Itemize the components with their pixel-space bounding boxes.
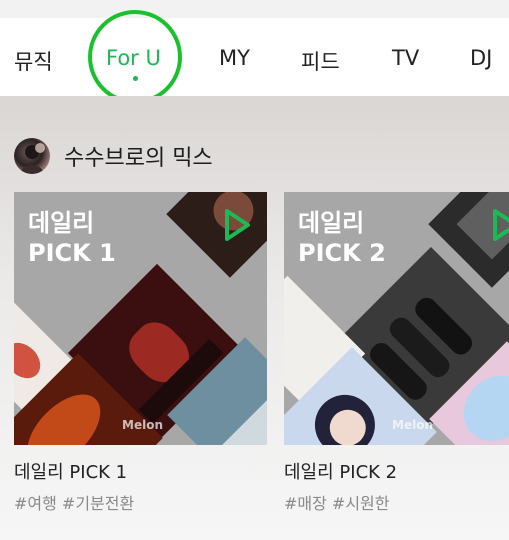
- tab-tv[interactable]: TV: [392, 46, 419, 70]
- tab-feed[interactable]: 피드: [301, 46, 340, 76]
- highlight-ring: [88, 10, 182, 104]
- card-tags: #매장 #시원한: [284, 494, 390, 513]
- brand-watermark: Melon: [392, 418, 433, 432]
- mix-card-1[interactable]: 데일리 PICK 1 Melon: [14, 192, 267, 445]
- mix-card-2[interactable]: 데일리 PICK 2 Melon: [284, 192, 509, 445]
- cover-title: 데일리 PICK 1: [28, 209, 116, 267]
- play-icon[interactable]: [222, 207, 252, 243]
- section-title: 수수브로의 믹스: [64, 146, 213, 171]
- tab-music[interactable]: 뮤직: [14, 46, 53, 76]
- status-area: [0, 0, 509, 18]
- card-name[interactable]: 데일리 PICK 1: [14, 458, 127, 484]
- avatar-photo-icon: [20, 143, 45, 174]
- cover-title: 데일리 PICK 2: [298, 209, 386, 267]
- tab-my[interactable]: MY: [219, 46, 250, 70]
- top-tab-bar: 뮤직 For U MY 피드 TV DJ: [0, 18, 509, 96]
- card-name[interactable]: 데일리 PICK 2: [284, 458, 397, 484]
- brand-watermark: Melon: [122, 418, 163, 432]
- avatar: [14, 138, 50, 174]
- tab-dj[interactable]: DJ: [470, 46, 492, 70]
- play-icon[interactable]: [490, 207, 509, 243]
- card-tags: #여행 #기분전환: [14, 494, 135, 513]
